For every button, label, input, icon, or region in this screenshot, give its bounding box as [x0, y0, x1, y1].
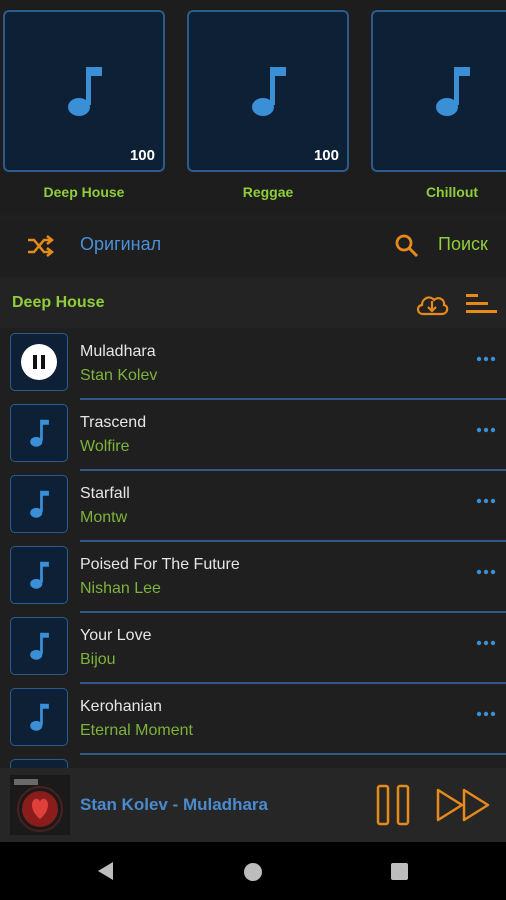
search-button[interactable]: Поиск: [438, 234, 488, 255]
track-thumb[interactable]: [10, 404, 68, 462]
track-thumb[interactable]: [10, 759, 68, 768]
track-title: Your Love: [80, 627, 152, 644]
cloud-download-icon[interactable]: [414, 290, 450, 318]
track-artist: Bijou: [80, 651, 116, 668]
track-artist: Nishan Lee: [80, 580, 161, 597]
track-title: Trascend: [80, 414, 147, 431]
more-icon[interactable]: [476, 427, 496, 433]
genre-tile[interactable]: 100: [187, 10, 349, 172]
track-title: Poised For The Future: [80, 556, 240, 573]
music-note-icon: [30, 490, 49, 518]
music-note-icon: [436, 67, 470, 116]
genre-tile[interactable]: [371, 10, 506, 172]
more-icon[interactable]: [476, 498, 496, 504]
track-row-partial[interactable]: [0, 756, 506, 768]
genre-label: Reggae: [242, 184, 294, 200]
music-note-icon: [68, 67, 102, 116]
genre-card-chillout[interactable]: Chillout: [371, 10, 506, 200]
track-row[interactable]: Muladhara Stan Kolev: [0, 330, 506, 401]
system-navbar: [0, 842, 506, 900]
track-title: Starfall: [80, 485, 130, 502]
music-note-icon: [30, 632, 49, 660]
genre-card-deep-house[interactable]: 100 Deep House: [3, 10, 169, 200]
track-list: Muladhara Stan Kolev Trascend Wolfire St…: [0, 330, 506, 768]
track-thumb[interactable]: [10, 333, 68, 391]
track-row[interactable]: Kerohanian Eternal Moment: [0, 685, 506, 756]
more-icon[interactable]: [476, 569, 496, 575]
track-artist: Wolfire: [80, 438, 130, 455]
genre-card-reggae[interactable]: 100 Reggae: [187, 10, 353, 200]
genre-label: Deep House: [43, 184, 125, 200]
genre-carousel: 100 Deep House 100 Reggae Chillout: [0, 0, 506, 215]
sort-icon[interactable]: [466, 292, 498, 316]
row-divider: [80, 753, 506, 755]
track-thumb[interactable]: [10, 688, 68, 746]
pause-icon[interactable]: [21, 344, 57, 380]
shuffle-icon[interactable]: [26, 234, 54, 258]
music-note-icon: [30, 703, 49, 731]
track-title: Muladhara: [80, 343, 156, 360]
controls-bar: Оригинал Поиск: [0, 220, 506, 276]
music-note-icon: [252, 67, 286, 116]
next-button[interactable]: [436, 788, 492, 822]
row-divider: [80, 469, 506, 471]
track-title: Kerohanian: [80, 698, 162, 715]
section-header: Deep House: [0, 278, 506, 328]
recent-apps-icon[interactable]: [391, 863, 408, 880]
track-thumb[interactable]: [10, 546, 68, 604]
track-artist: Montw: [80, 509, 128, 526]
section-title: Deep House: [12, 294, 105, 311]
row-divider: [80, 682, 506, 684]
more-icon[interactable]: [476, 356, 496, 362]
album-art-image: [10, 775, 70, 835]
track-thumb[interactable]: [10, 617, 68, 675]
track-row[interactable]: Your Love Bijou: [0, 614, 506, 685]
music-note-icon: [30, 419, 49, 447]
track-thumb[interactable]: [10, 475, 68, 533]
home-icon[interactable]: [244, 863, 262, 881]
album-cover[interactable]: [10, 775, 70, 835]
music-note-icon: [30, 561, 49, 589]
track-row[interactable]: Poised For The Future Nishan Lee: [0, 543, 506, 614]
pause-button[interactable]: [376, 784, 410, 826]
genre-label: Chillout: [425, 184, 479, 200]
track-row[interactable]: Starfall Montw: [0, 472, 506, 543]
genre-count: 100: [129, 147, 155, 164]
search-icon[interactable]: [394, 233, 420, 259]
row-divider: [80, 398, 506, 400]
row-divider: [80, 611, 506, 613]
genre-tile[interactable]: 100: [3, 10, 165, 172]
track-artist: Stan Kolev: [80, 367, 158, 384]
track-row[interactable]: Trascend Wolfire: [0, 401, 506, 472]
now-playing-label[interactable]: Stan Kolev - Muladhara: [80, 795, 268, 815]
original-toggle[interactable]: Оригинал: [80, 234, 161, 255]
mini-player[interactable]: Stan Kolev - Muladhara: [0, 768, 506, 842]
back-icon[interactable]: [96, 861, 114, 881]
track-artist: Eternal Moment: [80, 722, 193, 739]
genre-count: 100: [313, 147, 339, 164]
row-divider: [80, 540, 506, 542]
more-icon[interactable]: [476, 640, 496, 646]
more-icon[interactable]: [476, 711, 496, 717]
